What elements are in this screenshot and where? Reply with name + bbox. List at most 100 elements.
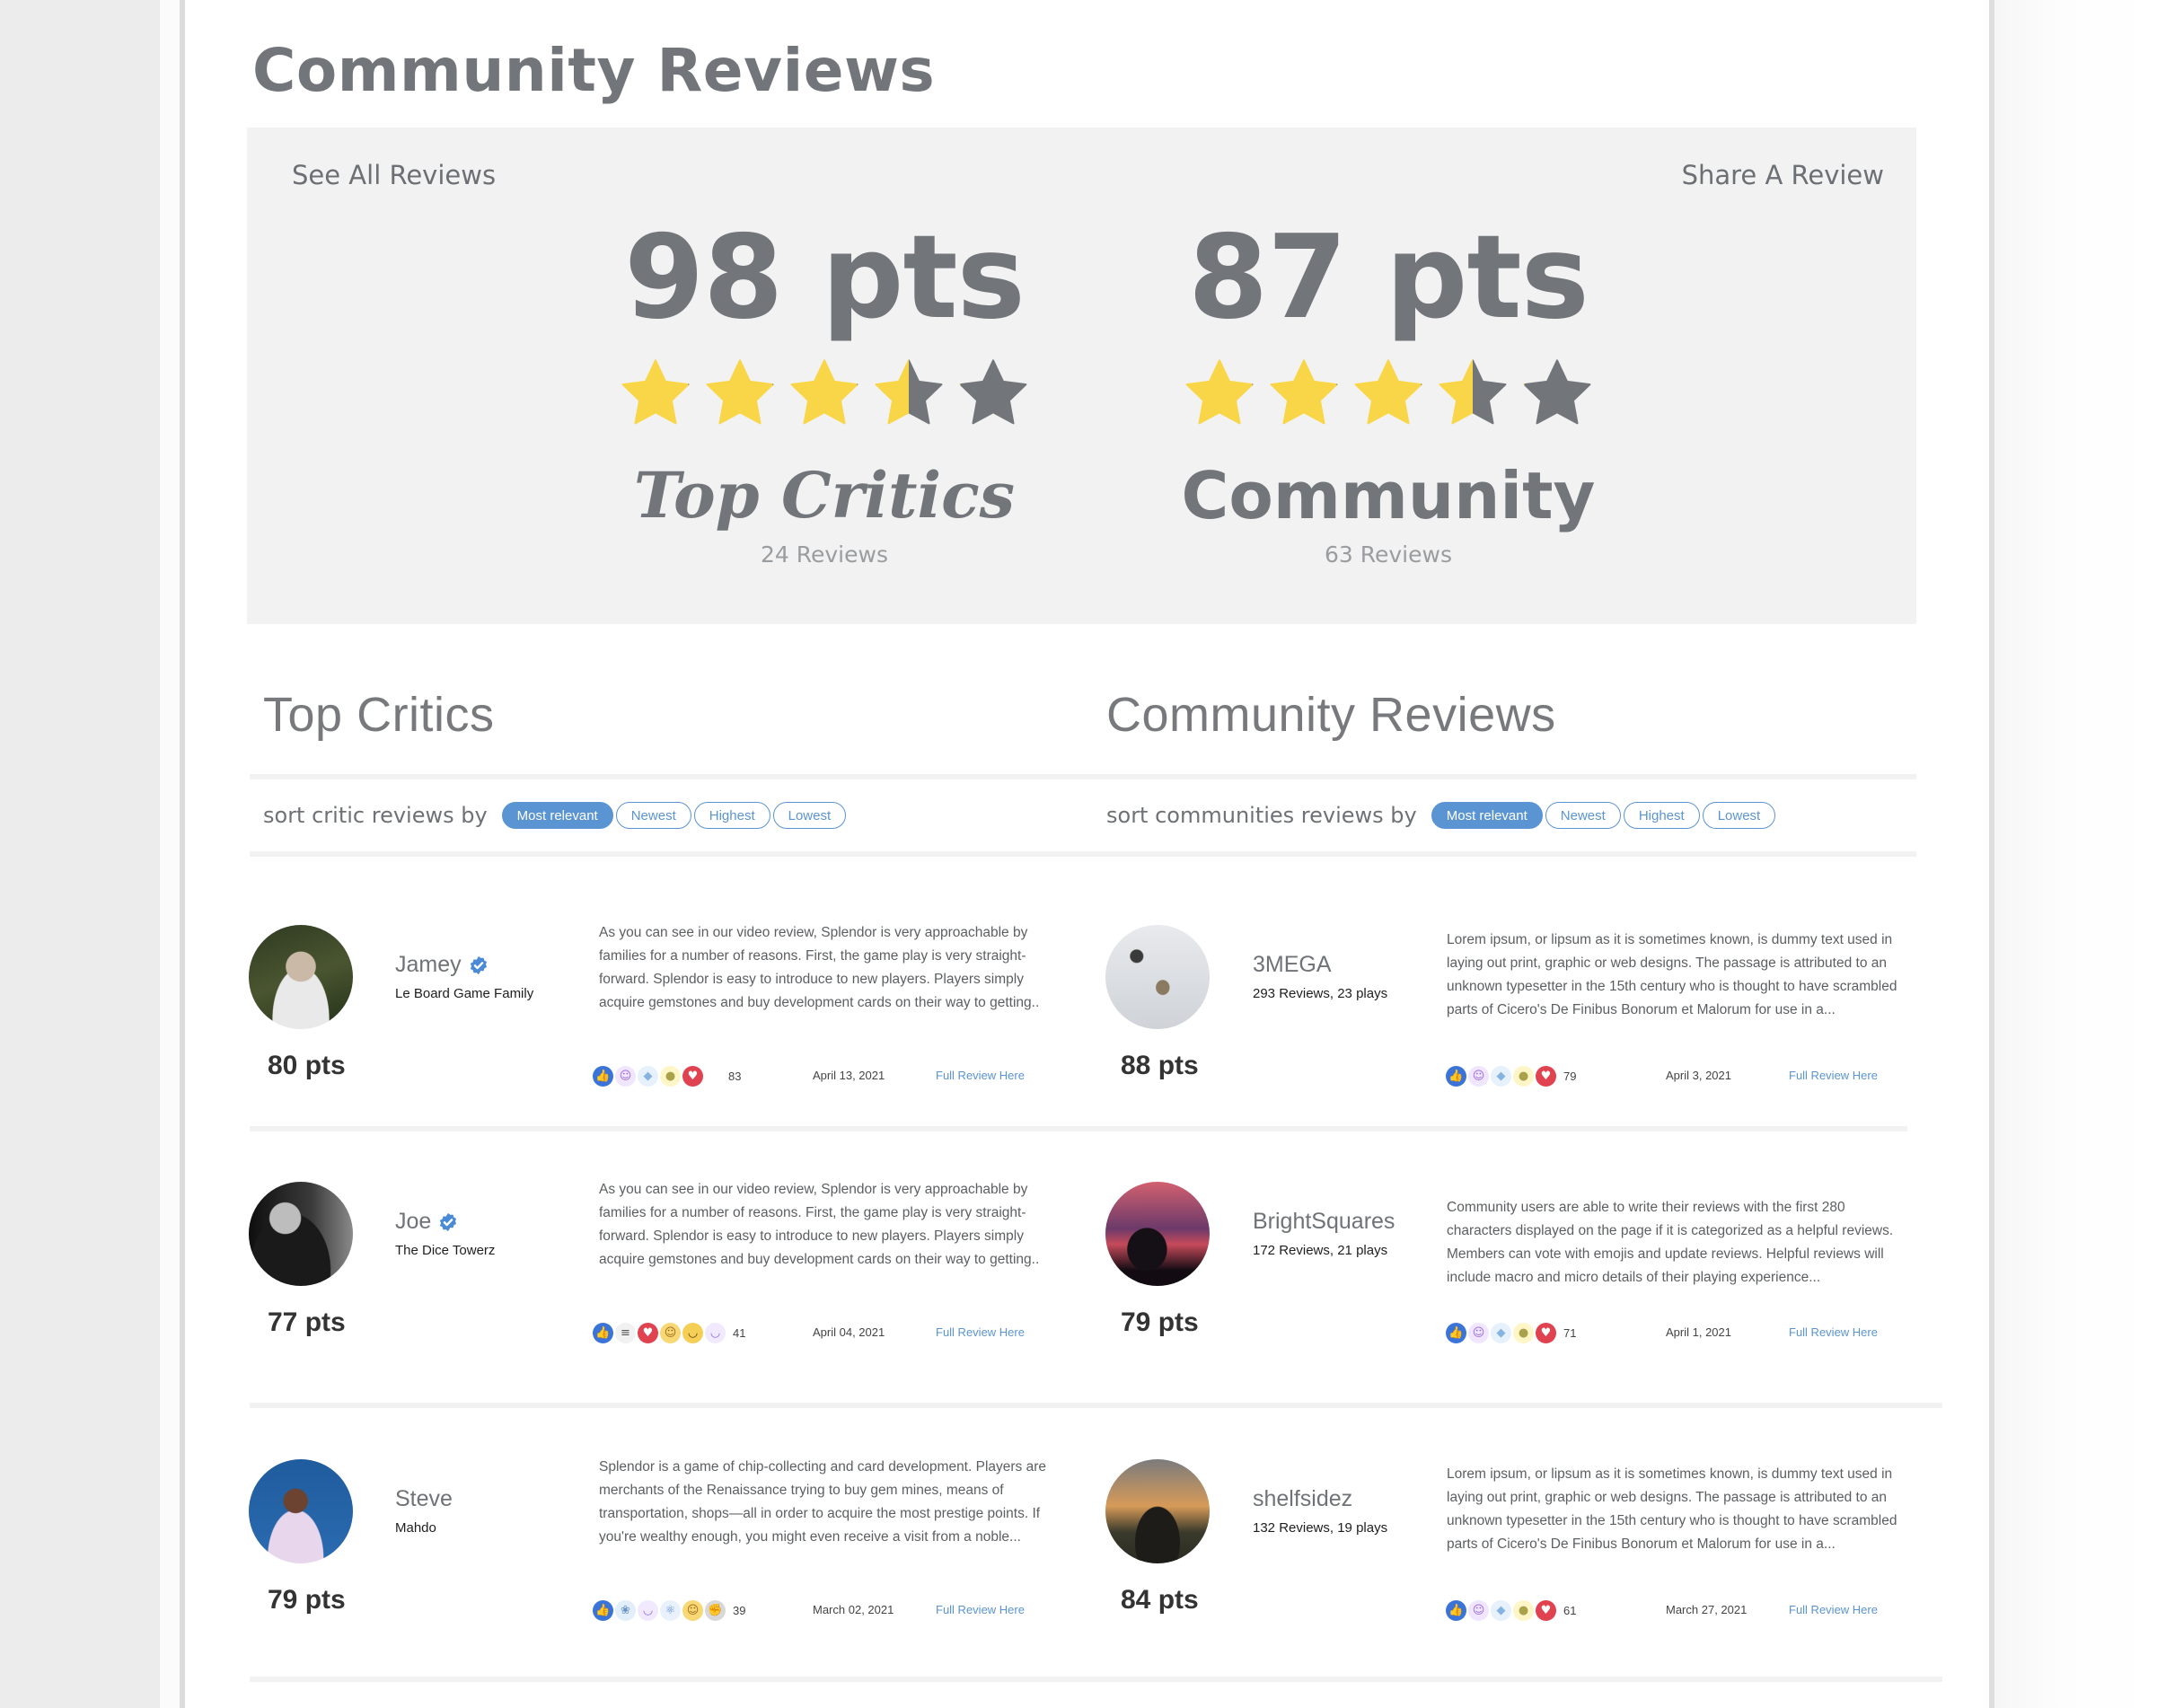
reviewer-name-text: Joe bbox=[395, 1209, 432, 1234]
row-divider bbox=[250, 1677, 1942, 1682]
thumbs-up-icon[interactable]: 👍 bbox=[1446, 1065, 1466, 1087]
full-review-link[interactable]: Full Review Here bbox=[936, 1069, 1025, 1082]
star-empty-icon bbox=[955, 355, 1032, 428]
star-half-icon bbox=[1434, 355, 1511, 428]
reviewer-subtitle: Le Board Game Family bbox=[395, 986, 534, 1001]
reviewer-name[interactable]: shelfsidez bbox=[1253, 1486, 1352, 1512]
star-filled-icon bbox=[786, 355, 863, 428]
share-review-link[interactable]: Share A Review bbox=[1682, 160, 1884, 190]
heart-icon[interactable]: ♥ bbox=[638, 1322, 658, 1343]
row-divider bbox=[250, 1126, 1907, 1131]
avatar[interactable] bbox=[249, 1459, 353, 1563]
star-filled-icon bbox=[1265, 355, 1343, 428]
smile-icon[interactable]: ☺ bbox=[682, 1599, 703, 1621]
lightbulb-icon[interactable]: ● bbox=[1513, 1599, 1534, 1621]
happy-ghost-icon[interactable]: ◡ bbox=[638, 1599, 658, 1621]
reviewer-name[interactable]: BrightSquares bbox=[1253, 1209, 1395, 1235]
smile-icon[interactable]: ☺ bbox=[660, 1322, 681, 1343]
laugh-icon[interactable]: ◡ bbox=[682, 1322, 703, 1343]
verified-badge-icon bbox=[469, 955, 489, 975]
reviewer-subtitle: The Dice Towerz bbox=[395, 1243, 496, 1258]
reviewer-name[interactable]: Joe bbox=[395, 1209, 458, 1235]
robot-mask-icon[interactable]: ☺ bbox=[615, 1065, 636, 1087]
heart-icon[interactable]: ♥ bbox=[682, 1065, 703, 1087]
review-date: April 1, 2021 bbox=[1666, 1325, 1731, 1339]
review-reactions: 👍 ❀ ◡ ⚛ ☺ ✊ 39 bbox=[593, 1598, 745, 1622]
critics-score: 98 pts bbox=[624, 211, 1026, 345]
thumbs-up-icon[interactable]: 👍 bbox=[593, 1065, 613, 1087]
full-review-link[interactable]: Full Review Here bbox=[936, 1603, 1025, 1616]
avatar[interactable] bbox=[1105, 1182, 1210, 1286]
diamond-icon[interactable]: ◆ bbox=[1491, 1599, 1511, 1621]
review-date: March 27, 2021 bbox=[1666, 1603, 1748, 1616]
critics-sort-bar: sort critic reviews by Most relevant New… bbox=[263, 799, 849, 832]
full-review-link[interactable]: Full Review Here bbox=[1789, 1603, 1878, 1616]
review-reactions: 👍 ☺ ◆ ● ♥ 71 bbox=[1446, 1321, 1576, 1344]
happy-ghost-icon[interactable]: ◡ bbox=[705, 1322, 726, 1343]
reviewer-name-text: Jamey bbox=[395, 952, 462, 977]
robot-mask-icon[interactable]: ☺ bbox=[1468, 1599, 1489, 1621]
reviewer-name[interactable]: 3MEGA bbox=[1253, 952, 1332, 978]
thumbs-up-icon[interactable]: 👍 bbox=[593, 1322, 613, 1343]
avatar[interactable] bbox=[249, 1182, 353, 1286]
community-label: Community bbox=[1181, 458, 1596, 533]
full-review-link[interactable]: Full Review Here bbox=[1789, 1325, 1878, 1339]
critics-sort-lowest[interactable]: Lowest bbox=[772, 802, 847, 829]
fist-icon[interactable]: ✊ bbox=[705, 1599, 726, 1621]
mummy-icon[interactable]: ≡ bbox=[615, 1322, 636, 1343]
full-review-link[interactable]: Full Review Here bbox=[936, 1325, 1025, 1339]
review-points: 84 pts bbox=[1121, 1585, 1199, 1615]
community-score-block: 87 pts Community 63 Reviews bbox=[1119, 211, 1658, 568]
reviewer-name[interactable]: Jamey bbox=[395, 952, 489, 978]
see-all-reviews-link[interactable]: See All Reviews bbox=[292, 160, 496, 190]
robot-mask-icon[interactable]: ☺ bbox=[1468, 1322, 1489, 1343]
review-text: Lorem ipsum, or lipsum as it is sometime… bbox=[1447, 932, 1897, 1017]
reviewer-subtitle: 172 Reviews, 21 plays bbox=[1253, 1243, 1388, 1258]
reaction-count: 39 bbox=[733, 1603, 746, 1617]
critics-sort-newest[interactable]: Newest bbox=[615, 802, 691, 829]
review-reactions: 👍 ☺ ◆ ● ♥ 61 bbox=[1446, 1598, 1576, 1622]
section-divider-top bbox=[250, 774, 1916, 779]
reaction-count: 79 bbox=[1563, 1069, 1577, 1083]
avatar[interactable] bbox=[1105, 925, 1210, 1029]
reviewer-name[interactable]: Steve bbox=[395, 1486, 453, 1512]
reaction-list: 👍 ≡ ♥ ☺ ◡ ◡ bbox=[593, 1322, 726, 1343]
avatar[interactable] bbox=[249, 925, 353, 1029]
diamond-icon[interactable]: ◆ bbox=[638, 1065, 658, 1087]
diamond-icon[interactable]: ◆ bbox=[1491, 1065, 1511, 1087]
robot-mask-icon[interactable]: ☺ bbox=[1468, 1065, 1489, 1087]
reaction-count: 83 bbox=[728, 1069, 742, 1083]
review-reactions: 👍 ☺ ◆ ● ♥ 79 bbox=[1446, 1064, 1576, 1087]
full-review-link[interactable]: Full Review Here bbox=[1789, 1069, 1878, 1082]
reaction-count: 71 bbox=[1563, 1325, 1577, 1340]
reaction-list: 👍 ☺ ◆ ● ♥ bbox=[593, 1065, 703, 1087]
dragon-icon[interactable]: ❀ bbox=[615, 1599, 636, 1621]
diamond-icon[interactable]: ◆ bbox=[1491, 1322, 1511, 1343]
lightbulb-icon[interactable]: ● bbox=[660, 1065, 681, 1087]
heart-icon[interactable]: ♥ bbox=[1536, 1065, 1556, 1087]
lightbulb-icon[interactable]: ● bbox=[1513, 1322, 1534, 1343]
community-review-count: 63 Reviews bbox=[1325, 541, 1452, 568]
critics-sort-highest[interactable]: Highest bbox=[693, 802, 770, 829]
reviewer-name-text: shelfsidez bbox=[1253, 1486, 1353, 1511]
thumbs-up-icon[interactable]: 👍 bbox=[593, 1599, 613, 1621]
heart-icon[interactable]: ♥ bbox=[1536, 1599, 1556, 1621]
community-star-rating bbox=[1119, 355, 1658, 428]
thumbs-up-icon[interactable]: 👍 bbox=[1446, 1322, 1466, 1343]
lightbulb-icon[interactable]: ● bbox=[1513, 1065, 1534, 1087]
community-sort-highest[interactable]: Highest bbox=[1623, 802, 1700, 829]
avatar[interactable] bbox=[1105, 1459, 1210, 1563]
community-sort-most-relevant[interactable]: Most relevant bbox=[1431, 802, 1543, 829]
reviewer-subtitle: Mahdo bbox=[395, 1520, 436, 1536]
heart-icon[interactable]: ♥ bbox=[1536, 1322, 1556, 1343]
community-sort-bar: sort communities reviews by Most relevan… bbox=[1106, 799, 1778, 832]
review-points: 88 pts bbox=[1121, 1051, 1199, 1080]
review-date: April 3, 2021 bbox=[1666, 1069, 1731, 1082]
thumbs-up-icon[interactable]: 👍 bbox=[1446, 1599, 1466, 1621]
community-sort-lowest[interactable]: Lowest bbox=[1702, 802, 1776, 829]
critics-sort-most-relevant[interactable]: Most relevant bbox=[501, 802, 613, 829]
row-divider bbox=[250, 1403, 1942, 1408]
atom-icon[interactable]: ⚛ bbox=[660, 1599, 681, 1621]
community-sort-newest[interactable]: Newest bbox=[1545, 802, 1621, 829]
review-points: 79 pts bbox=[268, 1585, 346, 1615]
